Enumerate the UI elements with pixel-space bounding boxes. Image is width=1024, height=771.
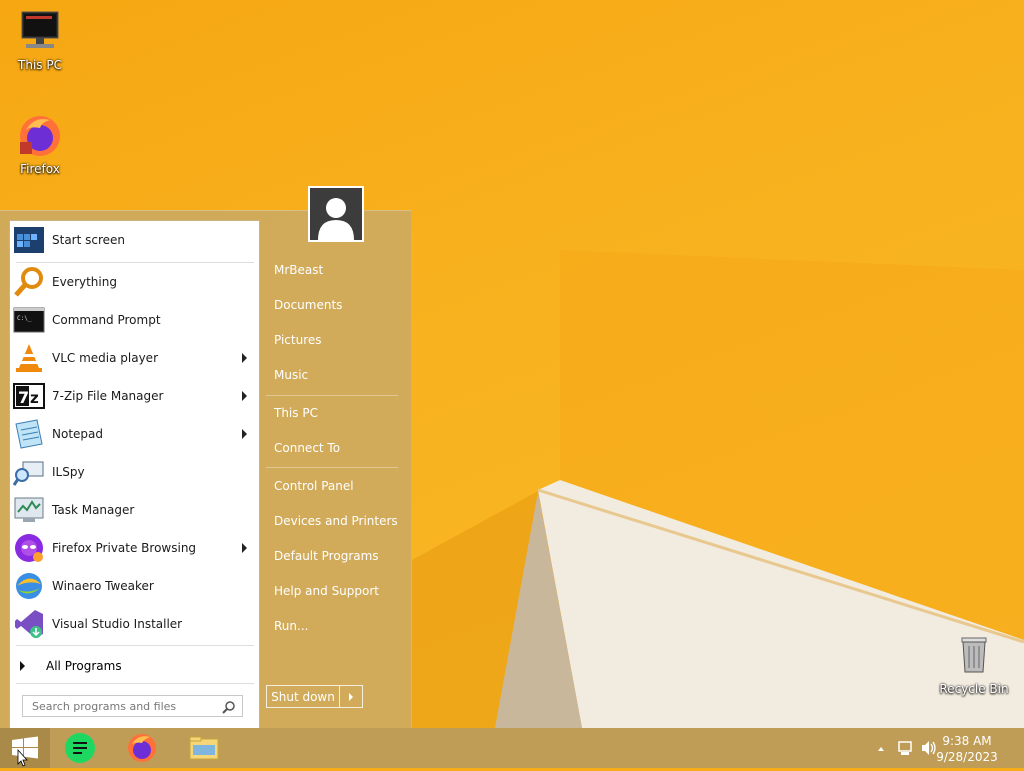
visual-studio-installer-icon bbox=[15, 610, 43, 638]
pinned-item-visual-studio-installer[interactable]: Visual Studio Installer bbox=[10, 606, 259, 642]
pinned-item-notepad[interactable]: Notepad bbox=[10, 416, 259, 452]
user-avatar-icon bbox=[310, 188, 362, 240]
search-icon[interactable] bbox=[222, 700, 236, 714]
pinned-item-label: Firefox Private Browsing bbox=[52, 541, 197, 555]
taskbar: 9:38 AM 9/28/2023 bbox=[0, 728, 1024, 768]
firefox-icon bbox=[128, 734, 156, 762]
pinned-item-label: Command Prompt bbox=[52, 313, 161, 327]
all-programs-label: All Programs bbox=[46, 659, 122, 673]
desktop-icon-recycle-bin[interactable]: Recycle Bin bbox=[936, 632, 1012, 696]
search-input[interactable] bbox=[30, 699, 219, 714]
desktop-icon-label: Firefox bbox=[20, 162, 60, 176]
everything-search-icon bbox=[14, 267, 43, 297]
shutdown-button[interactable]: Shut down bbox=[267, 686, 340, 707]
right-item-help-support[interactable]: Help and Support bbox=[274, 584, 379, 598]
ilspy-icon bbox=[13, 461, 44, 486]
right-item-connect-to[interactable]: Connect To bbox=[274, 441, 340, 455]
desktop-icon-label: This PC bbox=[18, 58, 62, 72]
right-item-control-panel[interactable]: Control Panel bbox=[274, 479, 354, 493]
clock-time: 9:38 AM bbox=[942, 734, 992, 748]
right-item-run[interactable]: Run... bbox=[274, 619, 308, 633]
pinned-item-vlc[interactable]: VLC media player bbox=[10, 340, 259, 376]
windows-logo-icon bbox=[12, 736, 38, 767]
clock-date: 9/28/2023 bbox=[936, 750, 998, 764]
submenu-arrow-icon[interactable] bbox=[242, 543, 247, 553]
submenu-arrow-icon[interactable] bbox=[242, 391, 247, 401]
pinned-item-label: ILSpy bbox=[52, 465, 85, 479]
pinned-item-label: Visual Studio Installer bbox=[52, 617, 183, 631]
right-item-documents[interactable]: Documents bbox=[274, 298, 342, 312]
svg-text:C:\_: C:\_ bbox=[17, 315, 32, 322]
all-programs-button[interactable]: All Programs bbox=[10, 651, 259, 681]
network-icon[interactable] bbox=[898, 741, 912, 755]
pinned-item-winaero-tweaker[interactable]: Winaero Tweaker bbox=[10, 568, 259, 604]
start-menu-programs-pane: Start screen Everything C:\_ Command Pro… bbox=[9, 220, 260, 729]
pinned-item-label: Winaero Tweaker bbox=[52, 579, 154, 593]
pinned-item-start-screen[interactable]: Start screen bbox=[10, 222, 259, 258]
taskbar-app-file-explorer[interactable] bbox=[180, 730, 228, 766]
shutdown-options-button[interactable] bbox=[340, 686, 362, 707]
expand-arrow-icon bbox=[20, 661, 25, 671]
command-prompt-icon: C:\_ bbox=[13, 307, 45, 333]
pinned-item-ilspy[interactable]: ILSpy bbox=[10, 454, 259, 490]
pinned-item-command-prompt[interactable]: C:\_ Command Prompt bbox=[10, 302, 259, 338]
right-item-devices-printers[interactable]: Devices and Printers bbox=[274, 514, 398, 528]
firefox-icon bbox=[16, 112, 64, 160]
submenu-arrow-icon[interactable] bbox=[242, 429, 247, 439]
chevron-right-icon bbox=[349, 692, 353, 701]
winaero-tweaker-icon bbox=[16, 573, 42, 599]
notes-app-icon bbox=[65, 733, 95, 763]
pinned-item-label: Start screen bbox=[52, 233, 126, 247]
taskbar-app-notes[interactable] bbox=[56, 730, 104, 766]
vlc-icon bbox=[16, 344, 42, 372]
start-button[interactable] bbox=[0, 728, 50, 768]
shutdown-button-group: Shut down bbox=[266, 685, 363, 708]
pinned-item-label: 7-Zip File Manager bbox=[52, 389, 164, 403]
desktop-icon-this-pc[interactable]: This PC bbox=[2, 8, 78, 72]
separator bbox=[16, 683, 254, 684]
recycle-bin-icon bbox=[950, 632, 998, 680]
pinned-item-label: Everything bbox=[52, 275, 117, 289]
pinned-item-label: VLC media player bbox=[52, 351, 159, 365]
start-menu: Start screen Everything C:\_ Command Pro… bbox=[0, 210, 411, 729]
task-manager-icon bbox=[14, 497, 44, 522]
show-hidden-icons-icon[interactable] bbox=[878, 747, 884, 751]
notepad-icon bbox=[15, 419, 43, 449]
right-item-pictures[interactable]: Pictures bbox=[274, 333, 322, 347]
separator bbox=[16, 645, 254, 646]
user-avatar[interactable] bbox=[308, 186, 364, 242]
pinned-item-firefox-private[interactable]: Firefox Private Browsing bbox=[10, 530, 259, 566]
pinned-item-task-manager[interactable]: Task Manager bbox=[10, 492, 259, 528]
search-box[interactable] bbox=[22, 695, 243, 717]
start-screen-icon bbox=[14, 227, 44, 253]
right-item-default-programs[interactable]: Default Programs bbox=[274, 549, 379, 563]
desktop-icon-firefox[interactable]: Firefox bbox=[2, 112, 78, 176]
svg-text:7: 7 bbox=[18, 388, 29, 407]
submenu-arrow-icon[interactable] bbox=[242, 353, 247, 363]
pinned-item-7zip[interactable]: 7 z 7-Zip File Manager bbox=[10, 378, 259, 414]
desktop-icon-label: Recycle Bin bbox=[939, 682, 1009, 696]
7zip-icon: 7 z bbox=[13, 383, 45, 409]
clock[interactable]: 9:38 AM 9/28/2023 bbox=[932, 733, 1002, 765]
right-item-user-folder[interactable]: MrBeast bbox=[274, 263, 323, 277]
right-item-music[interactable]: Music bbox=[274, 368, 308, 382]
right-item-this-pc[interactable]: This PC bbox=[274, 406, 318, 420]
pinned-item-label: Task Manager bbox=[52, 503, 135, 517]
taskbar-app-firefox[interactable] bbox=[118, 730, 166, 766]
firefox-private-icon bbox=[15, 534, 43, 562]
svg-text:z: z bbox=[30, 389, 39, 407]
separator bbox=[16, 262, 254, 263]
separator bbox=[266, 467, 398, 468]
system-tray bbox=[870, 728, 940, 768]
pinned-item-everything[interactable]: Everything bbox=[10, 264, 259, 300]
separator bbox=[266, 395, 398, 396]
pinned-item-label: Notepad bbox=[52, 427, 103, 441]
this-pc-icon bbox=[16, 8, 64, 56]
file-explorer-icon bbox=[189, 736, 219, 760]
